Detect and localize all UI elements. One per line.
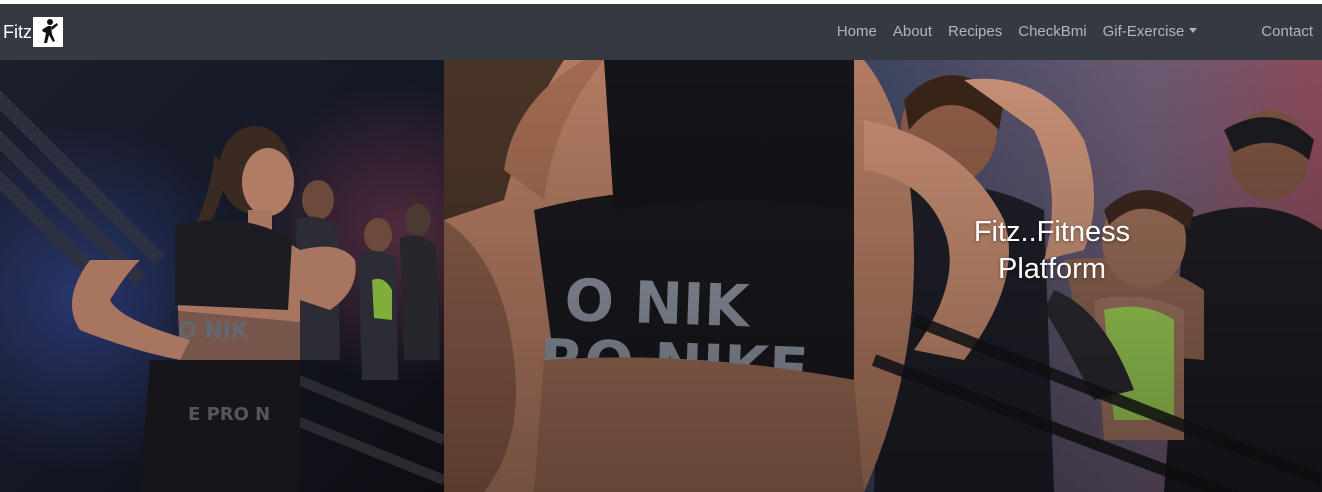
running-person-icon: [33, 17, 63, 47]
hero-caption-line2: Platform: [998, 253, 1106, 285]
svg-text:E PRO N: E PRO N: [188, 404, 270, 425]
hero-caption-line1: Fitz..Fitness: [973, 216, 1131, 248]
nav-home-link[interactable]: Home: [829, 4, 885, 60]
nav-gif-exercise-dropdown[interactable]: Gif-Exercise: [1095, 4, 1206, 60]
nav-recipes-link[interactable]: Recipes: [940, 4, 1010, 60]
nav-about-link[interactable]: About: [885, 4, 940, 60]
hero-photo-right: O NIK RO NIKE: [444, 60, 1322, 492]
navbar: Fitz Home About Recipes CheckBmi Gif-Exe…: [0, 4, 1322, 60]
hero-section: O NIK E PRO N Fitz..Fitness Platform: [0, 60, 1322, 492]
nav-contact-link[interactable]: Contact: [1253, 4, 1322, 60]
hero-photo-left: O NIK E PRO N: [0, 60, 444, 492]
nav-links: Home About Recipes CheckBmi Gif-Exercise…: [829, 4, 1322, 60]
brand-link[interactable]: Fitz: [3, 4, 63, 60]
nav-checkbmi-link[interactable]: CheckBmi: [1010, 4, 1094, 60]
page: Fitz Home About Recipes CheckBmi Gif-Exe…: [0, 0, 1322, 492]
brand-text: Fitz: [3, 21, 32, 42]
hero-caption: Fitz..Fitness Platform: [930, 214, 1174, 288]
